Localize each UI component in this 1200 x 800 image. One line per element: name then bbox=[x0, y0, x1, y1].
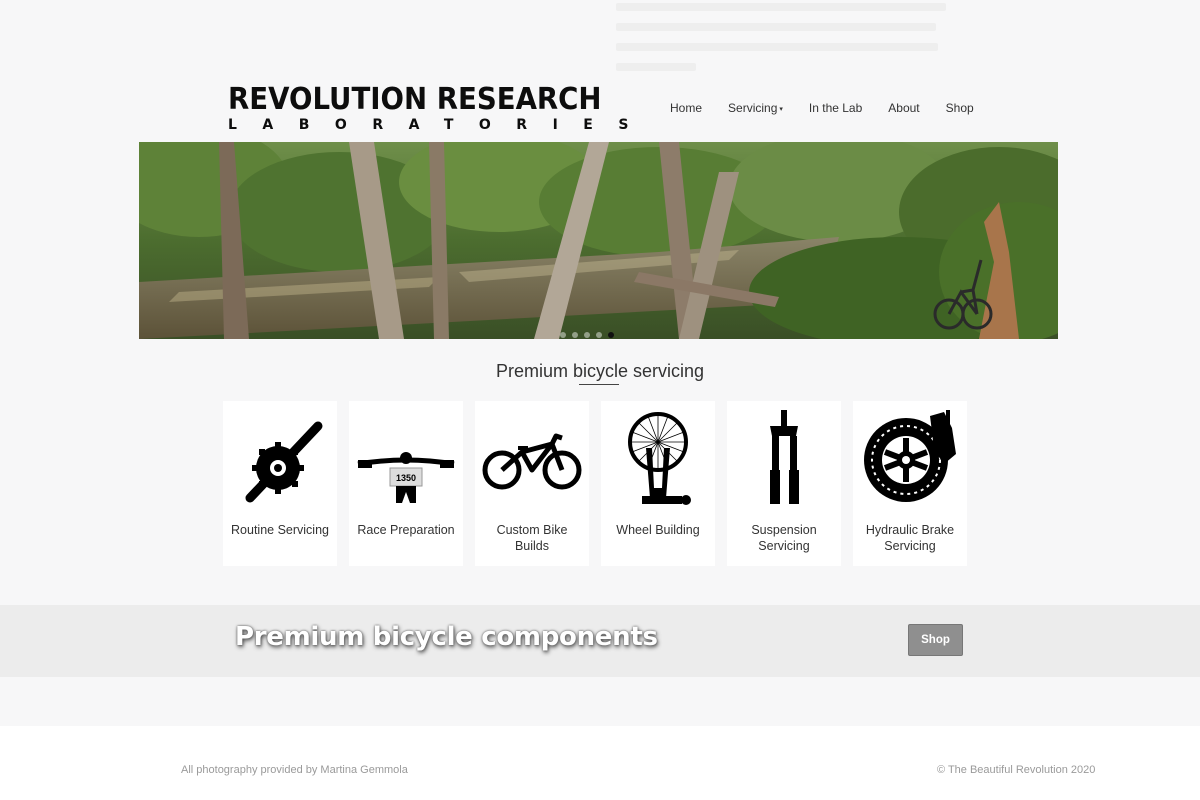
nav-servicing[interactable]: Servicing ▾ bbox=[728, 101, 783, 115]
components-banner-text: Premium bicycle components bbox=[235, 622, 658, 652]
service-label: Routine Servicing bbox=[231, 523, 329, 537]
nav-home[interactable]: Home bbox=[670, 101, 702, 115]
slider-dot[interactable] bbox=[584, 332, 590, 338]
service-label: Custom Bike Builds bbox=[496, 523, 568, 553]
main-nav: Home Servicing ▾ In the Lab About Shop bbox=[670, 101, 1000, 115]
service-card-wheel-building[interactable]: Wheel Building bbox=[601, 401, 715, 566]
nav-shop[interactable]: Shop bbox=[946, 101, 974, 115]
slider-dot[interactable] bbox=[596, 332, 602, 338]
service-card-suspension[interactable]: Suspension Servicing bbox=[727, 401, 841, 566]
mountain-bike-icon bbox=[482, 407, 582, 509]
service-label: Hydraulic Brake Servicing bbox=[865, 523, 955, 553]
service-card-race[interactable]: 1350 Race Preparation bbox=[349, 401, 463, 566]
logo-title: REVOLUTION RESEARCH bbox=[228, 82, 602, 117]
shop-button[interactable]: Shop bbox=[908, 624, 963, 656]
logo-subtitle: LABORATORIES bbox=[228, 117, 654, 133]
race-plate-number: 1350 bbox=[396, 473, 416, 483]
wheel-truing-stand-icon bbox=[608, 407, 708, 509]
service-label: Race Preparation bbox=[357, 523, 455, 537]
chevron-down-icon: ▾ bbox=[779, 105, 783, 113]
service-label: Wheel Building bbox=[616, 523, 700, 537]
suspension-fork-icon bbox=[734, 407, 834, 509]
slider-dot[interactable] bbox=[572, 332, 578, 338]
copyright: © The Beautiful Revolution 2020 bbox=[937, 764, 1096, 776]
photo-credit: All photography provided by Martina Gemm… bbox=[181, 764, 408, 776]
hero-slider[interactable] bbox=[139, 142, 1058, 339]
service-label: Suspension Servicing bbox=[751, 523, 817, 553]
service-card-custom-builds[interactable]: Custom Bike Builds bbox=[475, 401, 589, 566]
services-title: Premium bicycle servicing bbox=[495, 361, 705, 381]
slider-dots bbox=[560, 332, 614, 338]
service-card-hydraulic-brake[interactable]: Hydraulic Brake Servicing bbox=[853, 401, 967, 566]
title-underline bbox=[579, 384, 619, 385]
race-handlebar-icon: 1350 bbox=[356, 407, 456, 509]
slider-dot-active[interactable] bbox=[608, 332, 614, 338]
nav-in-the-lab[interactable]: In the Lab bbox=[809, 101, 862, 115]
footer bbox=[0, 726, 1200, 800]
brake-rotor-icon bbox=[860, 407, 960, 509]
service-card-routine[interactable]: Routine Servicing bbox=[223, 401, 337, 566]
nav-servicing-label: Servicing bbox=[728, 101, 778, 115]
slider-dot[interactable] bbox=[560, 332, 566, 338]
site-logo[interactable]: REVOLUTION RESEARCH LABORATORIES bbox=[228, 82, 654, 134]
crankset-icon bbox=[230, 407, 330, 509]
nav-about[interactable]: About bbox=[888, 101, 919, 115]
service-cards: Routine Servicing 1350 Race Preparation bbox=[223, 401, 979, 566]
hero-forest-image bbox=[139, 142, 1058, 339]
